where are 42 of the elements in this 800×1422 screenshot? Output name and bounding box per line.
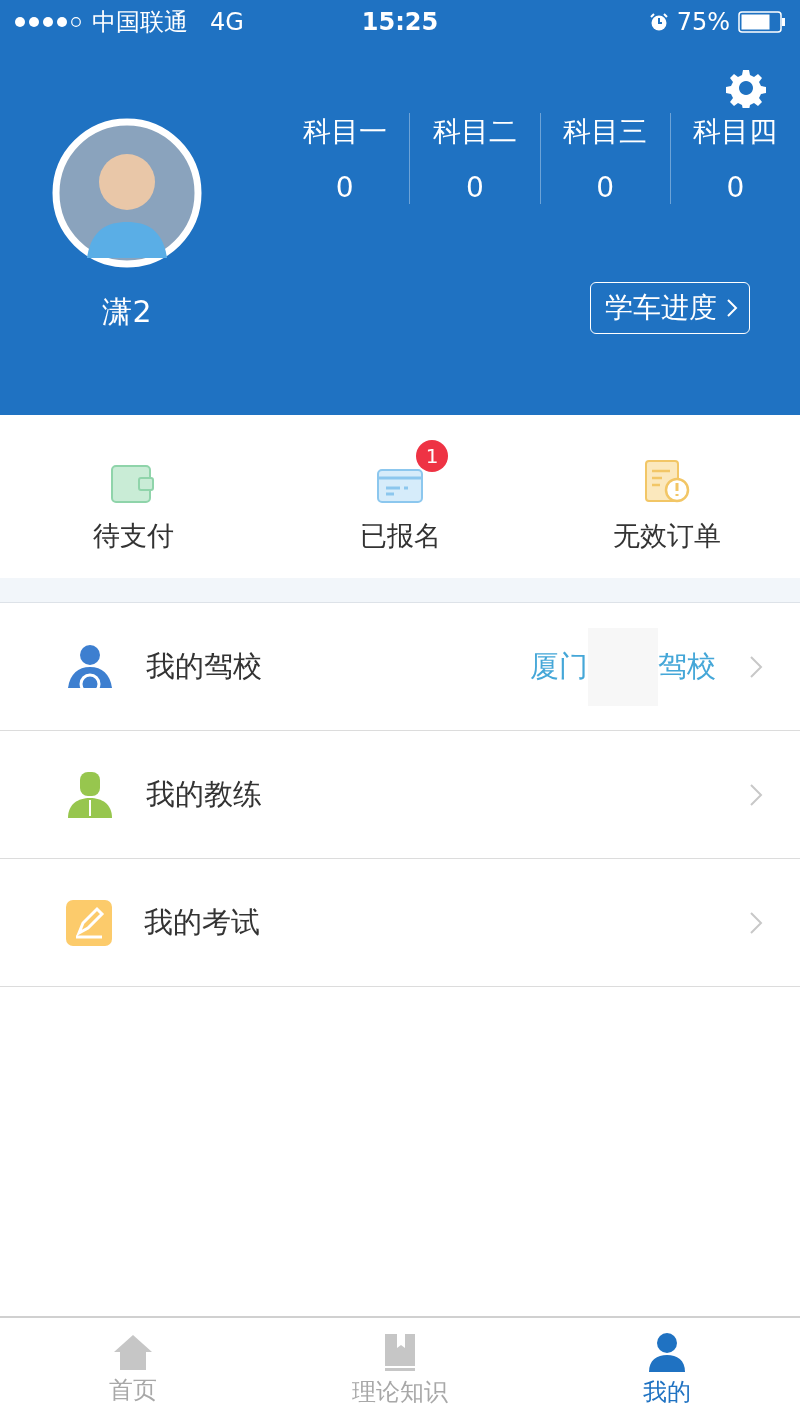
tab[interactable]: 我的 bbox=[533, 1318, 800, 1422]
school-name: 厦门 bbox=[530, 647, 588, 685]
status-time: 15:25 bbox=[361, 8, 439, 36]
home-icon bbox=[113, 1334, 154, 1370]
subject-label: 科目一 bbox=[302, 114, 387, 150]
carrier-name: 中国联通 bbox=[92, 7, 188, 38]
person-icon bbox=[66, 771, 114, 818]
chevron-icon bbox=[748, 781, 764, 808]
book-icon bbox=[383, 1332, 417, 1372]
driver-icon bbox=[66, 643, 114, 690]
menu-label: 我的教练 bbox=[146, 775, 263, 813]
order-category[interactable]: 待支付 bbox=[0, 433, 267, 560]
menu-row[interactable]: 我的考试 bbox=[0, 859, 800, 987]
subject-count: 0 bbox=[465, 171, 484, 204]
alarm-icon bbox=[648, 12, 669, 32]
battery-icon bbox=[738, 11, 786, 33]
network-type: 4G bbox=[210, 8, 244, 36]
chevron-icon bbox=[748, 653, 764, 680]
settings-icon[interactable] bbox=[726, 68, 766, 108]
subject-count: 0 bbox=[726, 171, 745, 204]
order-category[interactable]: 1 已报名 bbox=[266, 433, 534, 560]
user-name: 潇2 bbox=[102, 293, 152, 331]
chevron-icon bbox=[725, 297, 739, 319]
school-name: 驾校 bbox=[658, 647, 716, 685]
battery-percent: 75% bbox=[676, 8, 730, 36]
menu-label: 我的驾校 bbox=[146, 647, 263, 685]
subject-count: 0 bbox=[596, 171, 615, 204]
menu-row[interactable]: 我的教练 bbox=[0, 731, 800, 859]
progress-button[interactable]: 学车进度 bbox=[590, 282, 750, 334]
subject-count: 0 bbox=[335, 171, 354, 204]
order-category[interactable]: 无效订单 bbox=[533, 433, 800, 560]
notification-badge: 1 bbox=[416, 439, 448, 472]
subject-label: 科目二 bbox=[432, 114, 517, 150]
chevron-icon bbox=[748, 909, 764, 936]
subject-label: 科目三 bbox=[563, 114, 648, 150]
signal-icon bbox=[14, 15, 84, 29]
user-icon bbox=[647, 1332, 686, 1372]
subject-label: 科目四 bbox=[693, 114, 778, 150]
menu-row[interactable]: 我的驾校 厦门 驾校 bbox=[0, 603, 800, 731]
avatar[interactable] bbox=[52, 118, 202, 268]
pencil-icon bbox=[66, 899, 112, 946]
menu-label: 我的考试 bbox=[144, 903, 261, 941]
